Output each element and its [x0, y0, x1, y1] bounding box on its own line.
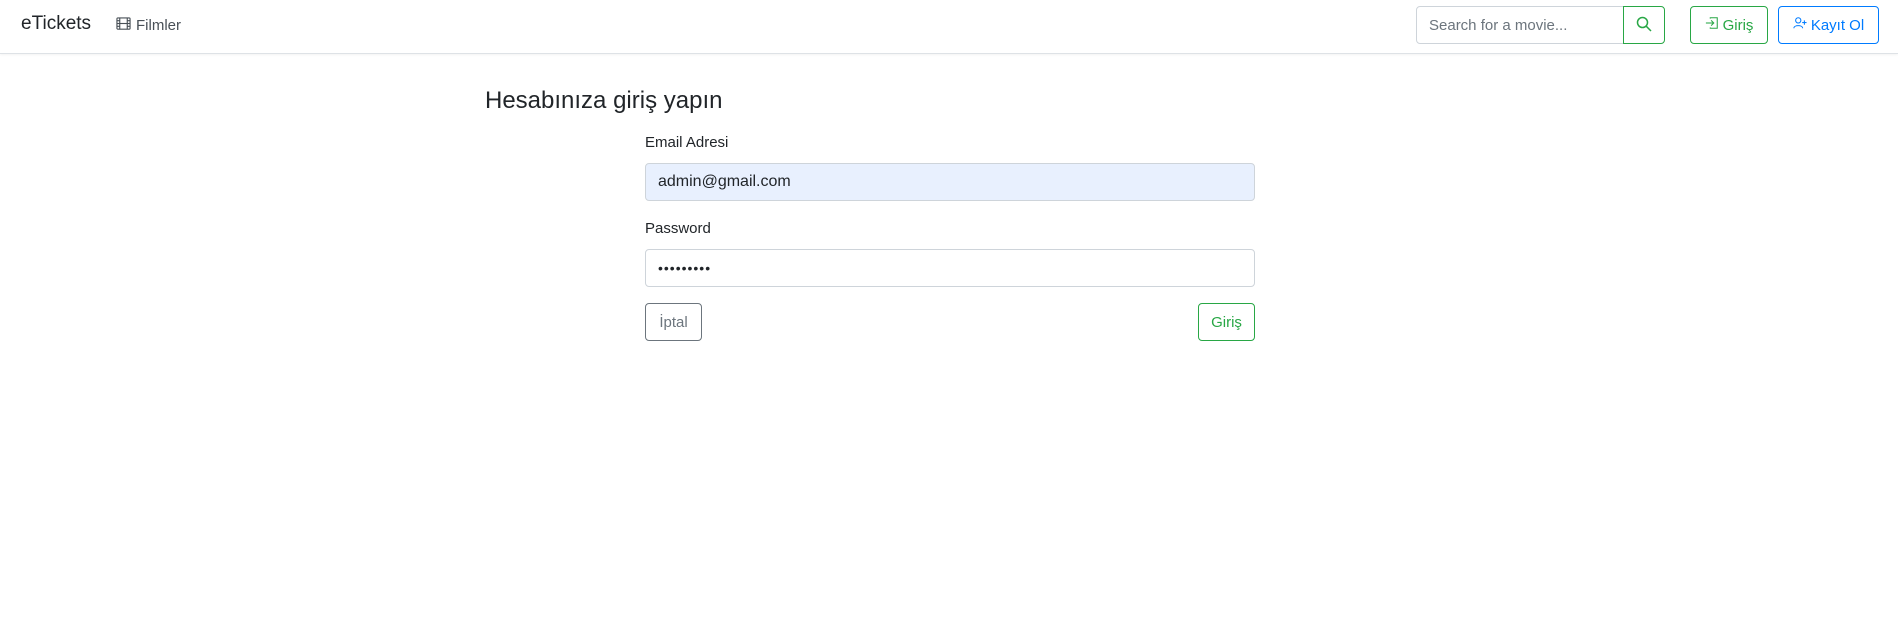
cancel-button[interactable]: İptal	[645, 303, 702, 341]
nav-link-movies-label: Filmler	[136, 17, 181, 34]
submit-login-button[interactable]: Giriş	[1198, 303, 1255, 341]
register-nav-label: Kayıt Ol	[1810, 16, 1865, 34]
password-label: Password	[645, 220, 711, 237]
login-icon	[1705, 16, 1719, 34]
email-field[interactable]: admin@gmail.com	[645, 163, 1255, 201]
search-icon	[1636, 16, 1652, 35]
person-add-icon	[1793, 16, 1807, 34]
brand-logo[interactable]: eTickets	[21, 13, 91, 35]
login-nav-label: Giriş	[1722, 16, 1754, 34]
film-icon	[116, 16, 131, 35]
page-title: Hesabınıza giriş yapın	[485, 87, 723, 114]
search-button[interactable]	[1623, 6, 1665, 44]
navbar: eTickets Filmler Search for a movie... G…	[0, 0, 1898, 54]
email-label: Email Adresi	[645, 134, 729, 151]
register-nav-button[interactable]: Kayıt Ol	[1778, 6, 1879, 44]
login-nav-button[interactable]: Giriş	[1690, 6, 1768, 44]
search-input[interactable]	[1416, 6, 1624, 44]
nav-link-movies[interactable]: Filmler	[116, 16, 181, 35]
password-field[interactable]: •••••••••	[645, 249, 1255, 287]
